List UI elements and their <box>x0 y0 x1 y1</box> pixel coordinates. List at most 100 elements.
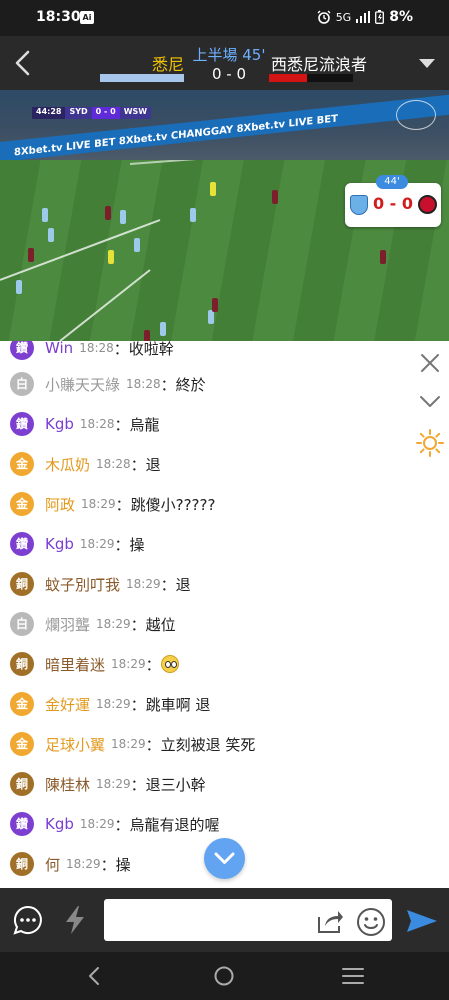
send-icon[interactable] <box>405 908 439 934</box>
chat-username[interactable]: 阿政 <box>45 494 75 515</box>
level-badge: 白 <box>10 372 34 396</box>
chat-username[interactable]: 蚊子別叮我 <box>45 574 120 595</box>
chat-bubble-icon[interactable] <box>12 904 44 936</box>
chat-time: 18:29 <box>111 737 146 751</box>
home-team-name: 悉尼 <box>152 55 185 74</box>
chat-message: 銅 暗里着迷 18:29 ： <box>10 650 179 678</box>
scroll-to-bottom-button[interactable] <box>204 838 245 879</box>
level-badge: 鑽 <box>10 341 34 360</box>
chat-time: 18:28 <box>126 377 161 391</box>
close-icon[interactable] <box>417 350 443 376</box>
battery-icon <box>375 10 385 24</box>
lightning-icon[interactable] <box>62 905 88 935</box>
chat-text: ：跳傻小????? <box>115 495 216 514</box>
chat-message: 鑽 Kgb 18:29 ：烏龍有退的喔 <box>10 810 220 838</box>
player <box>272 190 278 204</box>
chevron-down-icon <box>214 852 235 864</box>
chat-text: ：烏龍 <box>114 415 160 434</box>
chat-username[interactable]: 陳桂林 <box>45 774 90 795</box>
scorebug-clock: 44:28 <box>32 107 66 119</box>
emoji-icon[interactable] <box>356 907 386 937</box>
status-bar: 18:30 Ai 5G 8% <box>0 0 449 36</box>
chat-text: ：收啦幹 <box>113 341 174 358</box>
chat-text: ：退三小幹 <box>130 775 206 794</box>
chat-username[interactable]: 金好運 <box>45 694 90 715</box>
chat-message: 金 阿政 18:29 ：跳傻小????? <box>10 490 215 518</box>
home-team-color-bar <box>100 74 184 82</box>
sydney-crest-icon <box>350 195 368 215</box>
level-badge: 銅 <box>10 572 34 596</box>
chat-username[interactable]: 暗里着迷 <box>45 654 105 675</box>
status-time: 18:30 <box>36 9 81 25</box>
chat-message: 金 金好運 18:29 ：跳車啊 退 <box>10 690 210 718</box>
chat-time: 18:29 <box>111 657 146 671</box>
chat-username[interactable]: 木瓜奶 <box>45 454 90 475</box>
away-team-color-bar <box>269 74 353 82</box>
referee <box>210 182 216 196</box>
chat-time: 18:29 <box>79 537 115 551</box>
score-card-minute: 44' <box>376 175 408 189</box>
player <box>190 208 196 222</box>
chat-time: 18:28 <box>79 341 114 355</box>
network-label: 5G <box>335 10 352 24</box>
level-badge: 金 <box>10 692 34 716</box>
chat-username[interactable]: Kgb <box>45 815 74 833</box>
chat-username[interactable]: 足球小翼 <box>45 734 105 755</box>
chat-time: 18:29 <box>79 817 115 831</box>
level-badge: 金 <box>10 492 34 516</box>
chat-username[interactable]: 何 <box>45 854 60 875</box>
player <box>144 330 150 341</box>
wanderers-crest-icon <box>418 195 437 214</box>
player <box>105 206 111 220</box>
eye-roll-emoji-icon <box>160 655 179 673</box>
chat-message: 鑽 Kgb 18:29 ：操 <box>10 530 145 558</box>
level-badge: 金 <box>10 452 34 476</box>
referee <box>108 250 114 264</box>
chat-message: 鑽 Win 18:28 ：收啦幹 <box>10 341 174 362</box>
player <box>28 248 34 262</box>
battery-percent: 8% <box>389 9 413 25</box>
system-nav-bar <box>0 952 449 1000</box>
sun-icon[interactable] <box>415 428 445 458</box>
player <box>120 210 126 224</box>
chat-time: 18:29 <box>96 617 131 631</box>
nav-recent-apps-icon[interactable] <box>342 967 364 985</box>
level-badge: 白 <box>10 612 34 636</box>
nav-back-icon[interactable] <box>84 965 106 987</box>
alarm-icon <box>317 10 331 24</box>
chat-username[interactable]: Win <box>45 341 73 357</box>
scorebug-away: WSW <box>119 107 152 119</box>
status-icons: 5G 8% <box>317 9 413 25</box>
chat-time: 18:28 <box>96 457 131 471</box>
message-input[interactable] <box>104 899 392 941</box>
chat-text: ：操 <box>114 535 145 554</box>
player <box>160 322 166 336</box>
chat-username[interactable]: 小賺天天綠 <box>45 374 120 395</box>
player <box>380 250 386 264</box>
chat-username[interactable]: 爛羽聾 <box>45 614 90 635</box>
chat-text: ：退 <box>130 455 161 474</box>
broadcast-scorebug: 44:28 SYD 0 - 0 WSW <box>32 107 152 119</box>
nav-home-icon[interactable] <box>213 965 235 987</box>
chevron-down-icon[interactable] <box>417 392 443 412</box>
player <box>48 228 54 242</box>
back-arrow-icon[interactable] <box>10 48 36 78</box>
match-period: 上半場 45' <box>192 46 266 64</box>
chat-text: ：操 <box>100 855 131 874</box>
video-player[interactable]: 8Xbet.tv LIVE BET 8Xbet.tv CHANGGAY 8Xbe… <box>0 90 449 341</box>
chat-message: 白 爛羽聾 18:29 ：越位 <box>10 610 176 638</box>
player <box>208 310 214 324</box>
level-badge: 銅 <box>10 652 34 676</box>
chat-list[interactable]: 鑽 Win 18:28 ：收啦幹 白 小賺天天綠 18:28 ：終於 鑽 Kgb… <box>0 341 449 888</box>
score-card-score: 0 - 0 <box>372 194 414 213</box>
chat-text: ： <box>145 655 161 674</box>
chat-message: 金 木瓜奶 18:28 ：退 <box>10 450 161 478</box>
chat-username[interactable]: Kgb <box>45 415 74 433</box>
chat-username[interactable]: Kgb <box>45 535 74 553</box>
level-badge: 金 <box>10 732 34 756</box>
dropdown-triangle-icon[interactable] <box>418 56 436 70</box>
match-header: 悉尼 上半場 45' 0 - 0 西悉尼流浪者 <box>0 36 449 90</box>
level-badge: 鑽 <box>10 532 34 556</box>
share-icon[interactable] <box>316 908 344 934</box>
signal-icon <box>356 11 371 23</box>
